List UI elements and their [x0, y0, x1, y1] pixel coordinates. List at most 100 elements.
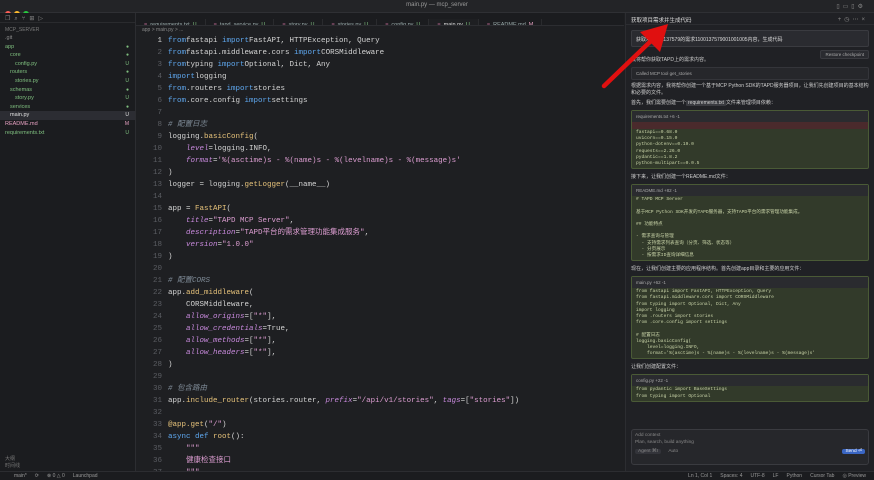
editor-tab[interactable]: ≡ config.py U — [377, 19, 430, 25]
line-number: 3 — [157, 61, 162, 69]
code-line: app = FastAPI( — [168, 203, 519, 215]
tree-item[interactable]: config.py U — [0, 60, 135, 69]
tree-item[interactable]: story.py U — [0, 94, 135, 103]
line-number: 18 — [152, 241, 162, 249]
code-token: , — [289, 217, 295, 225]
debug-icon[interactable]: ▷ — [38, 16, 43, 22]
user-prompt[interactable]: 获取项目ID1137579的需求1100137579001001005内容，生成… — [631, 30, 869, 47]
title-bar: main.py — mcp_server ▯▭▯⚙ — [0, 0, 874, 17]
search-icon[interactable]: ⌕ — [14, 16, 17, 22]
file-diff-block[interactable]: main.py +62 -1 from fastapi import FastA… — [631, 276, 869, 360]
tree-item[interactable]: services ● — [0, 103, 135, 112]
code-token: "/api/v1/stories" — [357, 397, 434, 405]
tree-item[interactable]: schemas ● — [0, 86, 135, 95]
settings-icon[interactable]: ⚙ — [858, 4, 866, 10]
tree-item-label: config.py — [15, 60, 38, 67]
line-number: 36 — [152, 457, 162, 465]
preview-item[interactable]: ◎ Preview — [842, 473, 866, 479]
mcp-tool-call[interactable]: Called MCP tool get_stories — [631, 67, 869, 80]
extensions-icon[interactable]: ⊞ — [29, 16, 34, 22]
model-select[interactable]: Auto — [668, 449, 678, 454]
close-icon[interactable]: × — [861, 17, 868, 23]
code-token: ]) — [510, 397, 520, 405]
code-line: async def root(): — [168, 431, 519, 443]
source-control-icon[interactable]: ⑂ — [22, 16, 26, 22]
file-diff-block[interactable]: requirements.txt +6 -1 fastapi==0.68.0 uv… — [631, 110, 869, 170]
line-number: 22 — [152, 289, 162, 297]
files-icon[interactable]: ❐ — [5, 16, 10, 22]
tree-item[interactable]: app ● — [0, 43, 135, 52]
code-token: app = — [168, 205, 196, 213]
git-status-badge: ● — [125, 43, 129, 50]
cursor-tab[interactable]: Cursor Tab — [810, 473, 834, 479]
code-token: import — [217, 61, 245, 69]
code-token: import — [244, 97, 272, 105]
code-token: ( — [226, 205, 232, 213]
line-number: 5 — [157, 85, 162, 93]
editor-tab[interactable]: ≡ requirements.txt U — [136, 19, 206, 25]
line-number: 12 — [152, 169, 162, 177]
branch-indicator[interactable]: main* — [14, 473, 27, 479]
assistant-paragraph: 首先，我们需要创建一个 requirements.txt 文件来管理项目依赖： — [631, 100, 869, 107]
code-editor[interactable]: 1 2 3 4 5 6 7 8 9 10 11 12 13 14 15 16 17 18 19 20 21 22 23 24 2… — [136, 35, 624, 477]
code-content[interactable]: fromfastapi importFastAPI, HTTPException… — [168, 35, 519, 480]
tree-item[interactable]: requirements.txt U — [0, 129, 135, 138]
file-diff-header[interactable]: requirements.txt +6 -1 — [632, 111, 868, 122]
tree-item-label: README.md — [5, 120, 38, 127]
line-number: 9 — [157, 133, 162, 141]
language-mode[interactable]: Python — [787, 473, 803, 479]
code-token: ], — [267, 349, 277, 357]
line-number: 6 — [157, 97, 162, 105]
send-button[interactable]: Send ⏎ — [842, 449, 865, 454]
file-diff-header[interactable]: main.py +62 -1 — [632, 277, 868, 289]
code-token: "*" — [253, 337, 268, 345]
tree-item[interactable]: .git — [0, 34, 135, 43]
tree-item[interactable]: main.py U — [0, 111, 135, 120]
composer-input[interactable]: Plan, search, build anything — [635, 440, 865, 445]
editor-tab[interactable]: ≡ story.py U — [274, 19, 324, 25]
layout-panel-icon[interactable]: ▭ — [843, 4, 852, 10]
problems-indicator[interactable]: ⊗ 0 △ 0 — [47, 473, 65, 479]
indentation[interactable]: Spaces: 4 — [720, 473, 742, 479]
code-token: import — [168, 73, 196, 81]
code-token: "TAPD MCP Server" — [213, 217, 290, 225]
file-diff-block[interactable]: README.md +82 -1 # TAPD MCP Server 基于MCP… — [631, 184, 869, 262]
code-token: CORSMiddleware — [321, 49, 385, 57]
line-ending[interactable]: LF — [773, 473, 779, 479]
code-token: (stories.router, — [249, 397, 326, 405]
editor-tab[interactable]: ≡ main.py U — [429, 19, 479, 25]
outline-section[interactable]: 大纲 — [5, 455, 131, 462]
code-line: app.add_middleware( — [168, 287, 519, 299]
file-diff-header[interactable]: config.py +22 -1 — [632, 375, 868, 387]
diff-line: format='%(asctime)s - %(name)s - %(level… — [636, 351, 816, 357]
tree-item[interactable]: routers ● — [0, 68, 135, 77]
code-token: FastAPI — [195, 205, 227, 213]
sync-icon[interactable]: ⟳ — [35, 473, 39, 479]
launchpad-item[interactable]: Launchpad — [73, 473, 98, 479]
editor-tab[interactable]: ≡ stories.py U — [323, 19, 378, 25]
line-number: 35 — [152, 445, 162, 453]
add-context-button[interactable]: Add context — [635, 433, 865, 438]
assistant-paragraph: 接下来，让我们创建一个README.md文件： — [631, 174, 731, 181]
timeline-section[interactable]: 时间线 — [5, 462, 131, 469]
editor-tab[interactable]: ≡ README.md M — [479, 19, 543, 25]
line-number: 14 — [152, 193, 162, 201]
tree-item[interactable]: stories.py U — [0, 77, 135, 86]
paragraph-text: 首先，我们需要创建一个 — [631, 100, 687, 106]
code-token: "stories" — [469, 397, 511, 405]
chat-composer[interactable]: Add context Plan, search, build anything… — [631, 429, 869, 465]
added-lines: # TAPD MCP Server 基于MCP Python SDK开发的TAP… — [632, 196, 868, 260]
code-token: prefix — [325, 397, 353, 405]
agent-mode-select[interactable]: Agent ⌘I — [635, 449, 661, 454]
editor-tab[interactable]: ≡ tapd_service.py U — [206, 19, 275, 25]
tree-item-label: requirements.txt — [5, 129, 45, 136]
breadcrumb[interactable]: app > main.py > ... — [136, 26, 624, 35]
code-token: level — [186, 145, 209, 153]
tree-item[interactable]: core ● — [0, 51, 135, 60]
tree-item[interactable]: README.md M — [0, 120, 135, 129]
file-diff-block[interactable]: config.py +22 -1 from pydantic import Ba… — [631, 374, 869, 402]
file-diff-header[interactable]: README.md +82 -1 — [632, 185, 868, 197]
encoding[interactable]: UTF-8 — [750, 473, 764, 479]
cursor-position[interactable]: Ln 1, Col 1 — [688, 473, 712, 479]
